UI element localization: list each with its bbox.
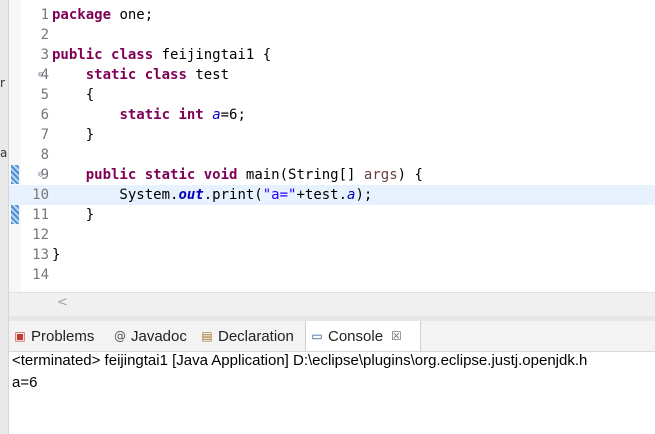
left-panel-glyph: a xyxy=(0,146,8,160)
line-number: 11 xyxy=(32,207,49,223)
code-line[interactable]: 9 ⊖ public static void main(String[] args… xyxy=(9,165,655,185)
code-token: main(String[] xyxy=(237,167,364,183)
code-token: } xyxy=(52,207,95,223)
code-token: .print( xyxy=(203,187,263,203)
code-text: static class test xyxy=(52,65,229,85)
code-token: { xyxy=(52,87,95,103)
console-icon: ▭ xyxy=(311,329,323,343)
code-token: a xyxy=(212,107,221,123)
code-text: } xyxy=(52,245,60,265)
code-text: } xyxy=(52,125,94,145)
code-line[interactable]: 1 package one; xyxy=(9,5,655,25)
tab-label: Javadoc xyxy=(131,327,187,345)
code-line[interactable]: 12 xyxy=(9,225,655,245)
code-editor[interactable]: 1 package one; 2 3 public class feijingtai1 … xyxy=(9,0,655,292)
code-token: } xyxy=(52,247,61,263)
tab-problems[interactable]: ▣ Problems xyxy=(9,321,105,351)
code-token: out xyxy=(178,187,204,203)
code-token: class xyxy=(144,67,187,83)
fold-collapse-icon[interactable]: ⊖ xyxy=(38,65,43,85)
tab-label: Problems xyxy=(31,327,95,345)
code-text: public class feijingtai1 { xyxy=(52,45,271,65)
code-line[interactable]: 8 xyxy=(9,145,655,165)
code-token: "a=" xyxy=(262,187,297,203)
scroll-left-icon[interactable]: < xyxy=(57,295,68,310)
code-token: static xyxy=(119,107,171,123)
code-line[interactable]: 14 xyxy=(9,265,655,285)
code-line[interactable]: 3 public class feijingtai1 { xyxy=(9,45,655,65)
code-token: +test. xyxy=(296,187,348,203)
line-number: 3 xyxy=(40,47,49,63)
code-token: one; xyxy=(111,7,154,23)
code-text: public static void main(String[] args) { xyxy=(52,165,423,185)
line-number: 5 xyxy=(40,87,49,103)
code-text: System.out.print("a="+test.a); xyxy=(52,185,372,205)
code-line[interactable]: 13} xyxy=(9,245,655,265)
code-line[interactable]: 5 { xyxy=(9,85,655,105)
code-token: feijingtai1 { xyxy=(153,47,272,63)
line-number: 14 xyxy=(32,267,49,283)
code-token: public xyxy=(52,47,103,63)
code-token: test xyxy=(186,67,230,83)
code-token: void xyxy=(203,167,238,183)
code-token: ); xyxy=(355,187,373,203)
problems-icon: ▣ xyxy=(14,329,26,343)
code-line[interactable]: 4 ⊖ static class test xyxy=(9,65,655,85)
code-line[interactable]: 6 static int a=6; xyxy=(9,105,655,125)
code-line[interactable]: 7 } xyxy=(9,125,655,145)
line-number: 7 xyxy=(40,127,49,143)
code-text: { xyxy=(52,85,94,105)
code-token: class xyxy=(111,47,154,63)
line-number: 9 xyxy=(40,167,49,183)
line-number: 10 xyxy=(32,187,49,203)
console-status-line: <terminated> feijingtai1 [Java Applicati… xyxy=(12,352,588,369)
line-number: 2 xyxy=(40,27,49,43)
code-token: static xyxy=(144,167,196,183)
tab-declaration[interactable]: ▤ Declaration xyxy=(196,321,300,351)
console-output: a=6 xyxy=(12,374,38,391)
declaration-icon: ▤ xyxy=(201,329,213,343)
code-token: args xyxy=(363,167,398,183)
line-number: 6 xyxy=(40,107,49,123)
code-text: static int a=6; xyxy=(52,105,246,125)
code-line[interactable]: 2 xyxy=(9,25,655,45)
line-number: 1 xyxy=(40,7,49,23)
horizontal-scrollbar[interactable]: < xyxy=(9,292,655,317)
tab-label: Declaration xyxy=(218,327,294,345)
tab-label: Console xyxy=(328,327,384,345)
code-line[interactable]: 11 } xyxy=(9,205,655,225)
close-icon[interactable]: ☒ xyxy=(391,329,402,343)
console-view[interactable]: <terminated> feijingtai1 [Java Applicati… xyxy=(9,352,655,434)
fold-collapse-icon[interactable]: ⊖ xyxy=(38,165,43,185)
code-token: public xyxy=(85,167,137,183)
code-token: package xyxy=(52,7,112,23)
code-token: =6; xyxy=(220,107,246,123)
code-token: System. xyxy=(52,187,179,203)
javadoc-icon: @ xyxy=(114,329,126,343)
tab-console[interactable]: ▭ Console ☒ xyxy=(305,321,421,351)
code-text: package one; xyxy=(52,5,153,25)
code-token: static xyxy=(85,67,137,83)
tab-javadoc[interactable]: @ Javadoc xyxy=(109,321,191,351)
code-token: ) { xyxy=(397,167,423,183)
bottom-panel-tabs: ▣ Problems @ Javadoc ▤ Declaration ▭ Console ☒ xyxy=(9,321,655,352)
line-number: 8 xyxy=(40,147,49,163)
line-number: 4 xyxy=(40,67,49,83)
left-panel-glyph: r xyxy=(0,76,5,90)
left-panel-edge: r a xyxy=(0,0,9,434)
code-line[interactable]: 10 System.out.print("a="+test.a); xyxy=(9,185,655,205)
code-token: } xyxy=(52,127,95,143)
line-number: 12 xyxy=(32,227,49,243)
code-text: } xyxy=(52,205,94,225)
code-token: int xyxy=(178,107,204,123)
line-number: 13 xyxy=(32,247,49,263)
